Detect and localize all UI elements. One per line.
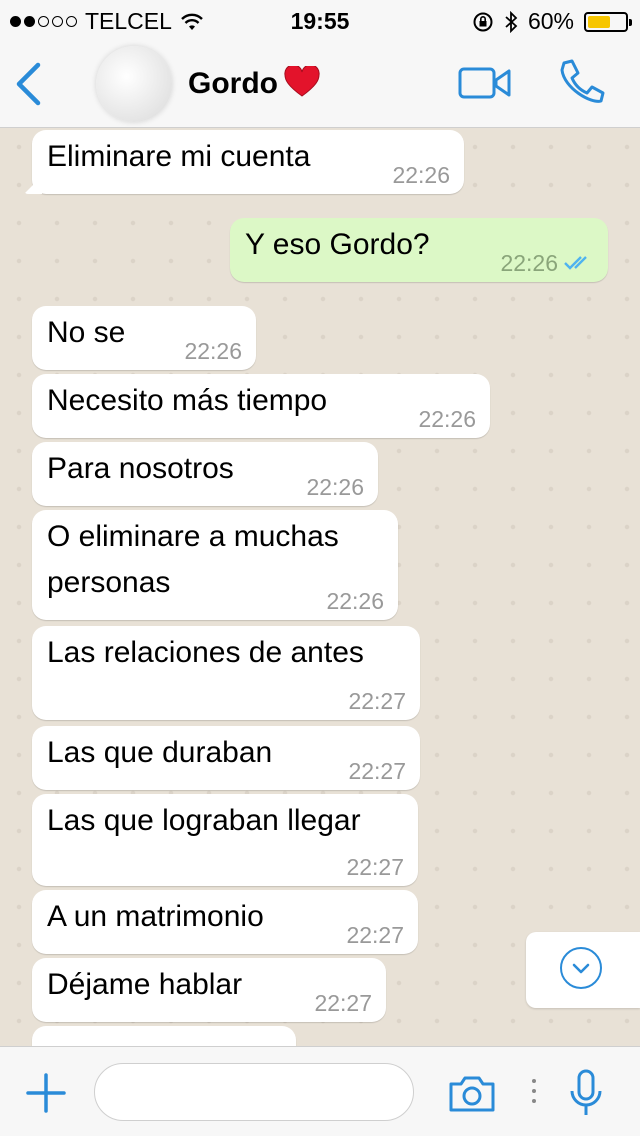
chevron-down-icon xyxy=(560,947,602,989)
message-bubble-incoming[interactable]: Déjame hablar 22:27 xyxy=(32,958,386,1022)
voice-record-button[interactable] xyxy=(568,1069,604,1124)
status-bar: TELCEL 19:55 60% xyxy=(0,0,640,40)
message-bubble-incoming[interactable]: Las que lograban llegar 22:27 xyxy=(32,794,418,886)
divider-dots xyxy=(532,1079,536,1103)
message-input-bar xyxy=(0,1046,640,1136)
chat-area[interactable]: Eliminare mi cuenta 22:26 Y eso Gordo? 2… xyxy=(0,128,640,1046)
heart-icon xyxy=(284,64,320,97)
contact-name: Gordo xyxy=(188,67,278,100)
message-bubble-incoming[interactable]: Para nosotros 22:26 xyxy=(32,442,378,506)
message-text: Y eso Gordo? xyxy=(245,228,430,261)
message-time: 22:27 xyxy=(346,854,404,880)
message-text: No se xyxy=(47,316,126,349)
message-text: Eliminare mi cuenta xyxy=(47,140,311,173)
message-time: 22:27 xyxy=(348,688,406,714)
double-check-icon xyxy=(564,256,587,270)
message-bubble-incoming[interactable]: O eliminare a muchas personas 22:26 xyxy=(32,510,398,620)
message-bubble-incoming[interactable]: Eliminare mi cuenta 22:26 xyxy=(24,130,464,194)
message-time: 22:27 xyxy=(314,990,372,1016)
rotation-lock-icon xyxy=(473,12,493,31)
message-text: Para nosotros xyxy=(47,452,234,485)
battery-level xyxy=(588,15,610,28)
camera-icon xyxy=(449,1076,495,1112)
contact-title[interactable]: Gordo xyxy=(188,64,320,102)
message-text: A un matrimonio xyxy=(47,900,264,933)
message-bubble-incoming[interactable]: A un matrimonio 22:27 xyxy=(32,890,418,954)
message-time: 22:26 xyxy=(184,338,242,364)
video-camera-icon xyxy=(458,67,511,99)
message-time: 22:27 xyxy=(348,758,406,784)
message-text: Déjame hablar xyxy=(47,968,243,1001)
message-text: Las que lograban llegar xyxy=(47,804,361,837)
message-time: 22:27 xyxy=(346,922,404,948)
camera-button[interactable] xyxy=(448,1075,496,1118)
message-text: O eliminare a muchas personas xyxy=(47,520,339,599)
message-time: 22:26 xyxy=(500,250,594,276)
message-text: Necesito más tiempo xyxy=(47,384,328,417)
back-button[interactable] xyxy=(14,62,42,111)
message-time: 22:26 xyxy=(326,588,384,614)
status-right: 60% xyxy=(472,8,632,35)
chat-header: Gordo xyxy=(0,40,640,128)
message-bubble-incoming[interactable]: No se 22:26 xyxy=(32,306,256,370)
message-bubble-outgoing[interactable]: Y eso Gordo? 22:26 xyxy=(230,218,608,282)
message-bubble-incoming[interactable]: Las relaciones de antes 22:27 xyxy=(32,626,420,720)
attach-button[interactable] xyxy=(26,1073,66,1118)
voice-call-button[interactable] xyxy=(556,58,606,113)
message-time: 22:26 xyxy=(392,162,450,188)
battery-icon xyxy=(584,11,632,32)
microphone-icon xyxy=(570,1069,602,1115)
phone-icon xyxy=(560,59,605,103)
scroll-to-bottom-button[interactable] xyxy=(526,932,640,1008)
bluetooth-icon xyxy=(505,10,518,33)
message-bubble-incoming[interactable]: Necesito más tiempo 22:26 xyxy=(32,374,490,438)
video-call-button[interactable] xyxy=(458,66,512,105)
message-bubble-incoming[interactable]: Las que duraban 22:27 xyxy=(32,726,420,790)
message-input[interactable] xyxy=(94,1063,414,1121)
message-time: 22:26 xyxy=(306,474,364,500)
message-text: Las relaciones de antes xyxy=(47,636,364,669)
message-time: 22:26 xyxy=(418,406,476,432)
message-bubble-incoming-partial[interactable] xyxy=(32,1026,296,1046)
heart-emoji xyxy=(284,64,320,102)
plus-icon xyxy=(26,1073,66,1113)
message-text: Las que duraban xyxy=(47,736,273,769)
chevron-left-icon xyxy=(16,62,41,106)
avatar[interactable] xyxy=(96,46,172,122)
battery-percent: 60% xyxy=(527,8,574,34)
